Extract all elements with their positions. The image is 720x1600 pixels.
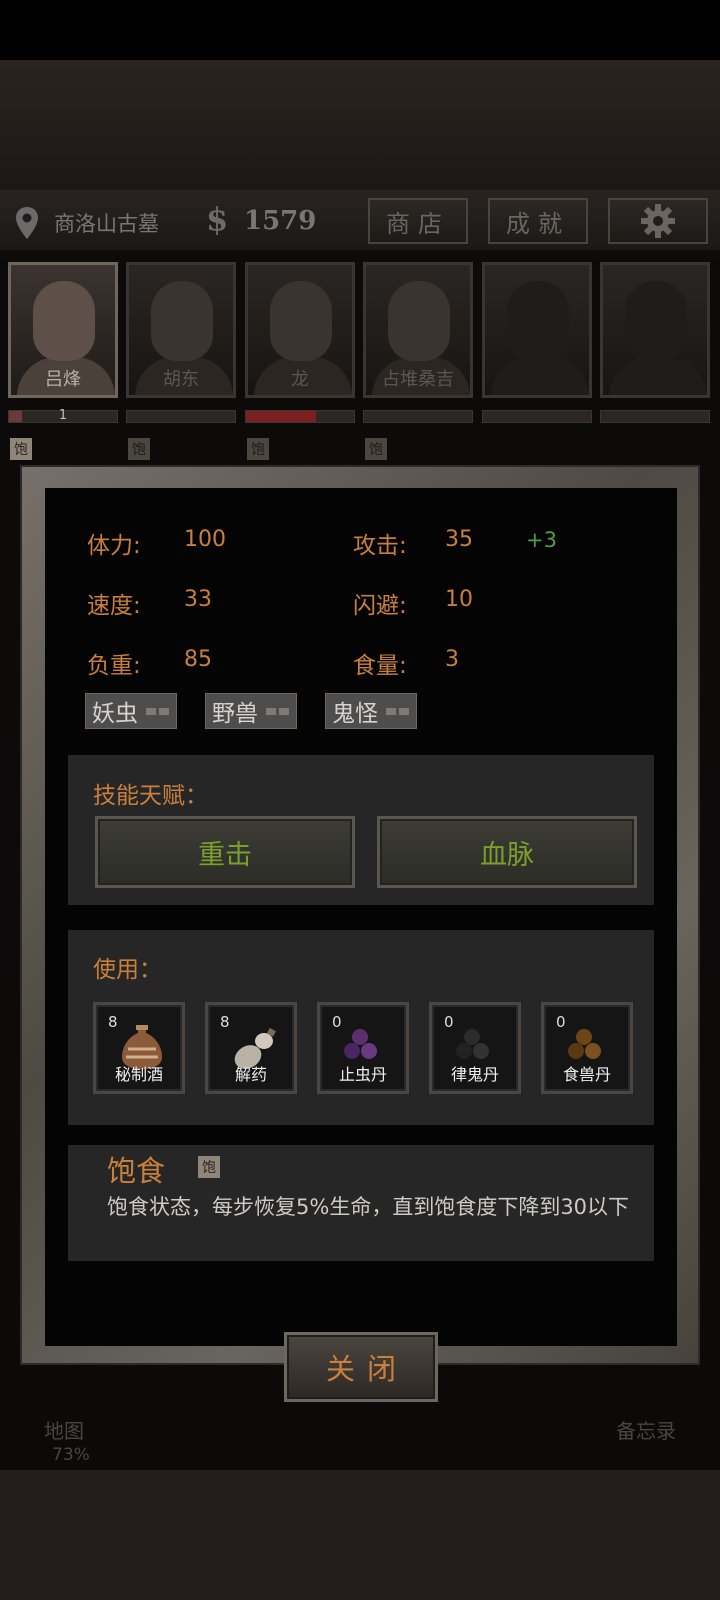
food-label: 食量:	[353, 653, 407, 679]
party-slot-empty-5[interactable]	[482, 262, 592, 398]
attack-label: 攻击:	[353, 533, 407, 559]
portrait-face	[388, 281, 450, 361]
resistance-insect[interactable]: 妖虫	[85, 693, 177, 729]
resistance-pips	[266, 707, 289, 715]
portrait-face	[151, 281, 213, 361]
map-explored-percent: 73%	[52, 1445, 90, 1465]
shop-button-label: 商店	[386, 209, 450, 238]
hp-bar: 1	[8, 408, 118, 423]
speed-label: 速度:	[87, 593, 141, 619]
dodge-value: 10	[445, 587, 473, 612]
money-amount: 1579	[244, 206, 317, 236]
hp-bar	[600, 410, 710, 423]
item-name: 止虫丹	[338, 1065, 387, 1084]
attack-bonus: +3	[526, 528, 557, 552]
hp-bar	[245, 410, 355, 423]
item-beast-pill[interactable]: 0 食兽丹	[541, 1002, 633, 1094]
item-name: 秘制酒	[114, 1065, 163, 1084]
speed-value: 33	[184, 587, 212, 612]
close-button[interactable]: 关闭	[284, 1332, 438, 1402]
satiated-badge: 饱	[128, 438, 150, 460]
resistance-ghost[interactable]: 鬼怪	[325, 693, 417, 729]
level-text: 1	[58, 408, 68, 423]
item-name: 律鬼丹	[450, 1065, 499, 1084]
location-name: 商洛山古墓	[54, 212, 159, 236]
stamina-label: 体力:	[87, 533, 141, 559]
effect-description: 饱食状态，每步恢复5%生命，直到饱食度下降到30以下	[107, 1195, 630, 1219]
shop-button[interactable]: 商店	[368, 198, 468, 244]
bottom-band	[0, 1470, 720, 1600]
satiated-badge: 饱	[247, 438, 269, 460]
skill-label: 重击	[198, 839, 252, 871]
stamina-value: 100	[184, 527, 226, 552]
money-icon: $	[206, 200, 229, 238]
satiated-badge: 饱	[365, 438, 387, 460]
resistance-label: 野兽	[212, 701, 258, 727]
party-member-3[interactable]: 龙	[245, 262, 355, 398]
silhouette-head	[625, 281, 687, 361]
load-label: 负重:	[87, 653, 141, 679]
resistance-label: 妖虫	[92, 701, 138, 727]
silhouette-icon	[609, 357, 707, 395]
item-antidote[interactable]: 8 解药	[205, 1002, 297, 1094]
settings-button[interactable]	[608, 198, 708, 244]
gear-icon	[641, 204, 675, 238]
skill-bloodline-button[interactable]: 血脉	[377, 816, 637, 888]
skill-label: 血脉	[480, 839, 534, 871]
resistance-label: 鬼怪	[332, 701, 378, 727]
satiated-badge: 饱	[10, 438, 32, 460]
portrait-face	[270, 281, 332, 361]
location-pin-icon	[16, 207, 38, 239]
achievements-button[interactable]: 成就	[488, 198, 588, 244]
load-value: 85	[184, 647, 212, 672]
hp-bar-fill	[246, 411, 317, 422]
party-member-1[interactable]: 吕烽	[8, 262, 118, 398]
silhouette-head	[507, 281, 569, 361]
top-black-band	[0, 0, 720, 60]
attack-value: 35	[445, 527, 473, 552]
dodge-label: 闪避:	[353, 593, 407, 619]
resistance-pips	[146, 707, 169, 715]
skill-heavy-strike-button[interactable]: 重击	[95, 816, 355, 888]
hp-bar	[126, 410, 236, 423]
silhouette-icon	[491, 357, 589, 395]
party-slot-empty-6[interactable]	[600, 262, 710, 398]
item-ghost-pill[interactable]: 0 律鬼丹	[429, 1002, 521, 1094]
item-name: 食兽丹	[562, 1065, 611, 1084]
item-insect-pill[interactable]: 0 止虫丹	[317, 1002, 409, 1094]
close-button-label: 关闭	[325, 1352, 408, 1386]
use-title: 使用：	[93, 957, 162, 983]
resistance-pips	[386, 707, 409, 715]
party-member-name: 胡东	[163, 369, 199, 390]
portrait-face	[33, 281, 95, 361]
food-value: 3	[445, 647, 459, 672]
skills-title: 技能天赋：	[93, 783, 208, 809]
memo-nav-label[interactable]: 备忘录	[616, 1415, 676, 1444]
resistance-beast[interactable]: 野兽	[205, 693, 297, 729]
effect-name: 饱食	[107, 1154, 166, 1188]
hp-bar	[363, 410, 473, 423]
party-member-name: 龙	[291, 369, 309, 390]
item-secret-wine[interactable]: 8 秘制酒	[93, 1002, 185, 1094]
party-member-name: 吕烽	[45, 369, 81, 390]
party-member-name: 占堆桑吉	[382, 369, 454, 390]
map-nav-label[interactable]: 地图	[44, 1415, 84, 1444]
satiated-badge: 饱	[198, 1156, 220, 1178]
party-member-4[interactable]: 占堆桑吉	[363, 262, 473, 398]
achievements-button-label: 成就	[506, 209, 570, 238]
item-name: 解药	[234, 1065, 267, 1084]
hp-bar	[482, 410, 592, 423]
party-member-2[interactable]: 胡东	[126, 262, 236, 398]
